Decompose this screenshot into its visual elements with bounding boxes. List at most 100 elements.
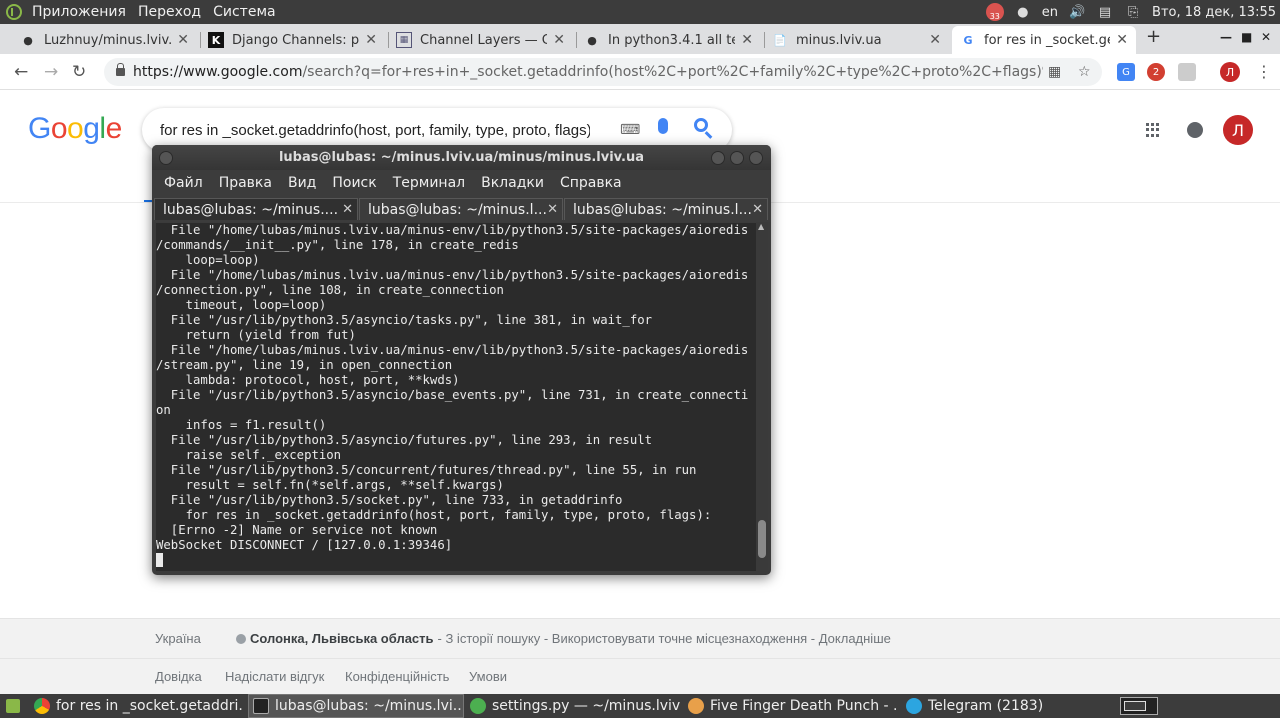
translate-icon[interactable]: ▦ (1048, 64, 1061, 80)
address-bar[interactable]: https://www.google.com/search?q=for+res+… (104, 58, 1102, 86)
bookmark-star-icon[interactable]: ☆ (1078, 64, 1091, 80)
close-button[interactable] (749, 151, 763, 165)
clipboard-icon[interactable]: ⎘ (1124, 3, 1142, 21)
google-apps-icon[interactable] (1146, 123, 1160, 137)
scrollbar-track[interactable] (756, 222, 768, 570)
battery-icon[interactable] (1120, 697, 1158, 715)
terminal-icon (253, 698, 269, 714)
new-tab-button[interactable]: + (1146, 26, 1161, 47)
google-icon: G (963, 33, 973, 47)
notification-badge-icon[interactable]: 33 (985, 3, 1004, 21)
terminal-scrollbar[interactable]: ▲ (756, 222, 768, 570)
browser-tab-active[interactable]: G for res in _socket.get ✕ (952, 26, 1136, 54)
browser-tab[interactable]: ● In python3.4.1 all tes ✕ (576, 26, 761, 54)
terminal-line: timeout, loop=loop) (156, 298, 327, 312)
google-logo[interactable]: Google (28, 112, 122, 146)
terminal-line: result = self.fn(*self.args, **self.kwar… (156, 478, 504, 492)
footer-link-help[interactable]: Довідка (155, 669, 202, 684)
url-host: https://www.google.com (133, 64, 303, 80)
volume-icon[interactable]: 🔊 (1068, 3, 1086, 21)
search-icon[interactable] (694, 118, 708, 132)
extension-icon[interactable] (1178, 63, 1196, 81)
clock[interactable]: Вто, 18 дек, 13:55 (1152, 5, 1276, 20)
menu-help[interactable]: Справка (552, 175, 630, 191)
translate-extension-icon[interactable]: G (1117, 63, 1135, 81)
scroll-up-arrow-icon[interactable]: ▲ (758, 222, 764, 231)
close-tab-icon[interactable]: ✕ (365, 32, 377, 48)
top-panel: Приложения Переход Система 33 ● en 🔊 ▤ ⎘… (0, 0, 1280, 24)
close-tab-icon[interactable]: ✕ (741, 32, 753, 48)
terminal-cursor (156, 553, 163, 567)
reload-button[interactable]: ↻ (72, 62, 86, 82)
browser-tab[interactable]: ● Luzhnuy/minus.lviv.ua ✕ (12, 26, 197, 54)
github-icon: ● (587, 33, 597, 47)
microphone-icon[interactable] (658, 118, 668, 134)
menu-search[interactable]: Поиск (324, 175, 384, 191)
menu-terminal[interactable]: Терминал (385, 175, 473, 191)
close-tab-icon[interactable]: ✕ (1116, 32, 1128, 48)
tab-title: Django Channels: pa (232, 32, 360, 48)
taskbar-item[interactable]: Telegram (2183) (902, 694, 1116, 718)
menu-file[interactable]: Файл (156, 175, 211, 191)
terminal-window[interactable]: lubas@lubas: ~/minus.lviv.ua/minus/minus… (152, 145, 771, 575)
browser-tab[interactable]: K Django Channels: pa ✕ (200, 26, 385, 54)
close-tab-icon[interactable]: ✕ (929, 32, 941, 48)
close-tab-icon[interactable]: ✕ (752, 202, 763, 217)
scrollbar-thumb[interactable] (758, 520, 766, 558)
url-text[interactable]: https://www.google.com/search?q=for+res+… (133, 64, 1043, 80)
terminal-title-bar[interactable]: lubas@lubas: ~/minus.lviv.ua/minus/minus… (152, 145, 771, 170)
terminal-tab[interactable]: lubas@lubas: ~/minus.l... ✕ (564, 198, 768, 220)
close-tab-icon[interactable]: ✕ (547, 202, 558, 217)
show-desktop-icon[interactable] (6, 699, 20, 713)
menu-tabs[interactable]: Вкладки (473, 175, 552, 191)
terminal-output[interactable]: File "/home/lubas/minus.lviv.ua/minus-en… (156, 223, 756, 571)
terminal-prompt-line[interactable] (156, 553, 756, 568)
extension-badge-icon[interactable]: 2 (1147, 63, 1165, 81)
links-footer: Довідка Надіслати відгук Конфіденційніст… (0, 658, 1280, 694)
maximize-button[interactable] (730, 151, 744, 165)
app-tray-icon[interactable]: ● (1014, 3, 1032, 21)
menu-view[interactable]: Вид (280, 175, 324, 191)
footer-link-feedback[interactable]: Надіслати відгук (225, 669, 324, 684)
menu-system[interactable]: Система (207, 4, 281, 20)
browser-menu-icon[interactable]: ⋮ (1256, 62, 1272, 81)
back-button[interactable]: ← (14, 62, 28, 82)
taskbar-item[interactable]: settings.py — ~/minus.lviv... (466, 694, 680, 718)
notifications-icon[interactable] (1187, 122, 1203, 138)
close-tab-icon[interactable]: ✕ (553, 32, 565, 48)
menu-places[interactable]: Переход (132, 4, 207, 20)
taskbar-item[interactable]: Five Finger Death Punch - ... (684, 694, 898, 718)
terminal-line: File "/usr/lib/python3.5/asyncio/futures… (156, 433, 653, 447)
menu-edit[interactable]: Правка (211, 175, 280, 191)
taskbar-item[interactable]: for res in _socket.getaddri... (30, 694, 244, 718)
taskbar-item-active[interactable]: lubas@lubas: ~/minus.lvi... (248, 694, 464, 718)
profile-avatar-button[interactable]: Л (1220, 62, 1240, 82)
network-signal-icon[interactable]: ▤ (1096, 3, 1114, 21)
terminal-line: for res in _socket.getaddrinfo(host, por… (156, 508, 712, 522)
minimize-window-button[interactable]: — (1220, 30, 1232, 44)
close-window-button[interactable]: ✕ (1261, 30, 1271, 44)
distro-logo-icon[interactable] (6, 4, 22, 20)
search-input[interactable]: for res in _socket.getaddrinfo(host, por… (160, 122, 590, 139)
account-avatar[interactable]: Л (1223, 115, 1253, 145)
browser-tab[interactable]: ▦ Channel Layers — Ch ✕ (388, 26, 573, 54)
terminal-tab[interactable]: lubas@lubas: ~/minus.l... ✕ (359, 198, 563, 220)
menu-applications[interactable]: Приложения (26, 4, 132, 20)
browser-tab[interactable]: 📄 minus.lviv.ua ✕ (764, 26, 949, 54)
minimize-button[interactable] (711, 151, 725, 165)
keyboard-layout[interactable]: en (1042, 5, 1058, 20)
maximize-window-button[interactable]: ■ (1241, 30, 1252, 44)
window-menu-button[interactable] (159, 151, 173, 165)
keyboard-icon[interactable]: ⌨ (620, 122, 640, 138)
footer-link-privacy[interactable]: Конфіденційність (345, 669, 449, 684)
terminal-line: lambda: protocol, host, port, **kwds) (156, 373, 460, 387)
doc-icon: ▦ (396, 32, 412, 48)
location-links[interactable]: - З історії пошуку - Використовувати точ… (438, 631, 891, 646)
forward-button[interactable]: → (44, 62, 58, 82)
close-tab-icon[interactable]: ✕ (342, 202, 353, 217)
terminal-line: File "/usr/lib/python3.5/socket.py", lin… (156, 493, 623, 507)
close-tab-icon[interactable]: ✕ (177, 32, 189, 48)
terminal-line: [Errno -2] Name or service not known (156, 523, 438, 537)
footer-link-terms[interactable]: Умови (469, 669, 507, 684)
terminal-tab-active[interactable]: lubas@lubas: ~/minus.... ✕ (154, 198, 358, 220)
